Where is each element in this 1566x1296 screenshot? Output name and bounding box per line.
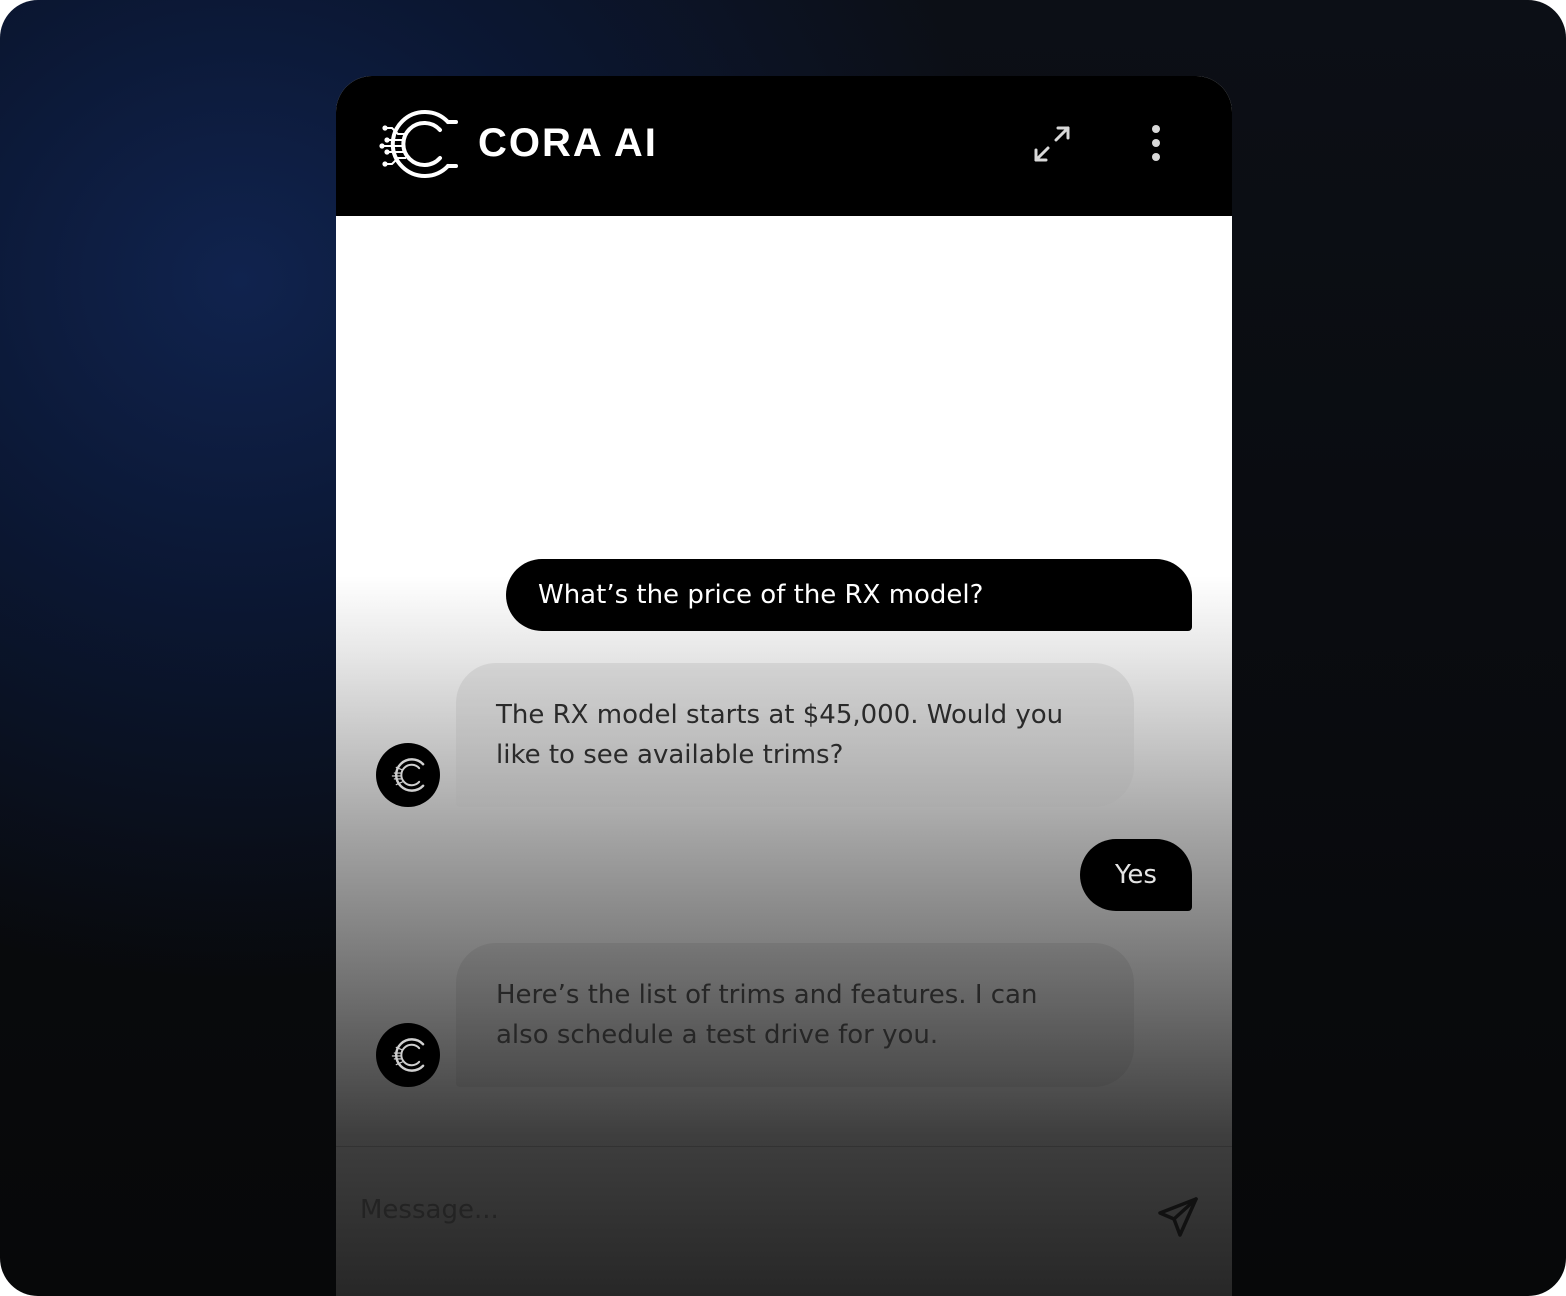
expand-icon — [1034, 126, 1070, 162]
user-message: Yes — [1080, 839, 1192, 911]
cora-logo-icon — [379, 110, 458, 178]
message-composer — [336, 1146, 1232, 1296]
more-vertical-icon — [1152, 125, 1160, 161]
more-options-button[interactable] — [1132, 120, 1180, 168]
chat-window: CORA AI What’s the price of the RX model… — [336, 76, 1232, 1296]
brand-title: CORA AI — [478, 121, 658, 165]
bot-avatar — [376, 743, 440, 807]
bot-message: The RX model starts at $45,000. Would yo… — [456, 663, 1134, 807]
bot-message: Here’s the list of trims and features. I… — [456, 943, 1134, 1087]
send-button[interactable] — [1154, 1193, 1202, 1241]
expand-button[interactable] — [1028, 120, 1076, 168]
user-message: What’s the price of the RX model? — [506, 559, 1192, 631]
cora-logo-icon — [391, 1038, 425, 1072]
send-icon — [1158, 1197, 1198, 1237]
chat-header: CORA AI — [336, 76, 1232, 216]
app-background: CORA AI What’s the price of the RX model… — [0, 0, 1566, 1296]
message-input[interactable] — [360, 1185, 1120, 1235]
bot-avatar — [376, 1023, 440, 1087]
cora-logo-icon — [391, 758, 425, 792]
